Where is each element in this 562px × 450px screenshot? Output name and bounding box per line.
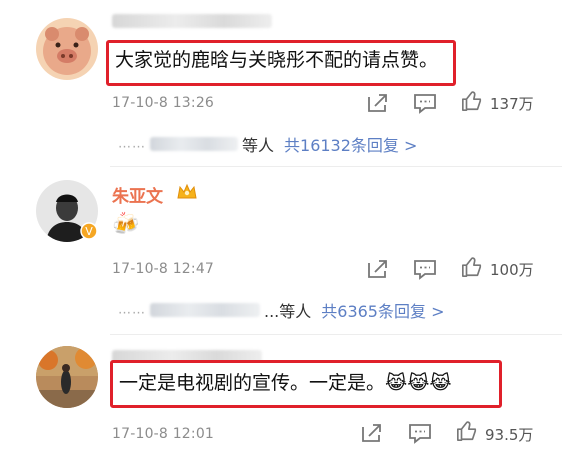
reply-dots: ……: [118, 302, 146, 318]
reply-users-suffix: 等人: [242, 136, 275, 155]
user-avatar[interactable]: [36, 18, 98, 80]
view-replies-link[interactable]: 共6365条回复 >: [321, 302, 444, 321]
comment-item: V 朱亚文 🍻 17-10-8 12:47 100万 …… ...等人 共6365条…: [0, 168, 562, 336]
username-redacted: [112, 14, 272, 28]
comment-item: 大家觉的鹿晗与关晓彤不配的请点赞。 17-10-8 13:26 137万 …… 等…: [0, 0, 562, 168]
like-count: 100万: [490, 261, 534, 279]
reply-users-redacted: [150, 137, 238, 151]
divider: [110, 334, 562, 335]
replies-summary[interactable]: …… 等人 共16132条回复 >: [118, 132, 417, 156]
reply-users-suffix: ...等人: [264, 302, 312, 321]
share-icon[interactable]: [360, 422, 384, 444]
comment-time: 17-10-8 13:26: [112, 95, 215, 111]
comment-icon[interactable]: [413, 92, 437, 114]
svg-text:V: V: [85, 225, 93, 238]
crown-icon: [177, 183, 197, 199]
verified-icon: V: [80, 222, 98, 240]
view-replies-link[interactable]: 共16132条回复 >: [284, 136, 417, 155]
comment-time: 17-10-8 12:01: [112, 426, 215, 442]
reply-dots: ……: [118, 136, 146, 152]
like-count: 137万: [490, 95, 534, 113]
like-icon[interactable]: [460, 90, 484, 112]
pig-avatar-icon: [36, 18, 98, 80]
autumn-avatar-icon: [36, 346, 98, 408]
divider: [110, 166, 562, 167]
like-count: 93.5万: [485, 426, 534, 444]
comment-item: 一定是电视剧的宣传。一定是。😹😹😹 17-10-8 12:01 93.5万: [0, 336, 562, 450]
comment-text: 大家觉的鹿晗与关晓彤不配的请点赞。: [106, 40, 456, 86]
like-icon[interactable]: [460, 256, 484, 278]
comment-icon[interactable]: [413, 258, 437, 280]
comment-icon[interactable]: [408, 422, 432, 444]
reply-users-redacted: [150, 303, 260, 317]
replies-summary[interactable]: …… ...等人 共6365条回复 >: [118, 298, 444, 322]
comment-text: 一定是电视剧的宣传。一定是。😹😹😹: [110, 360, 502, 408]
username[interactable]: 朱亚文: [112, 182, 163, 207]
user-avatar[interactable]: [36, 346, 98, 408]
share-icon[interactable]: [366, 92, 390, 114]
comment-text: 🍻: [112, 212, 140, 237]
like-icon[interactable]: [455, 420, 479, 442]
share-icon[interactable]: [366, 258, 390, 280]
comment-time: 17-10-8 12:47: [112, 261, 215, 277]
